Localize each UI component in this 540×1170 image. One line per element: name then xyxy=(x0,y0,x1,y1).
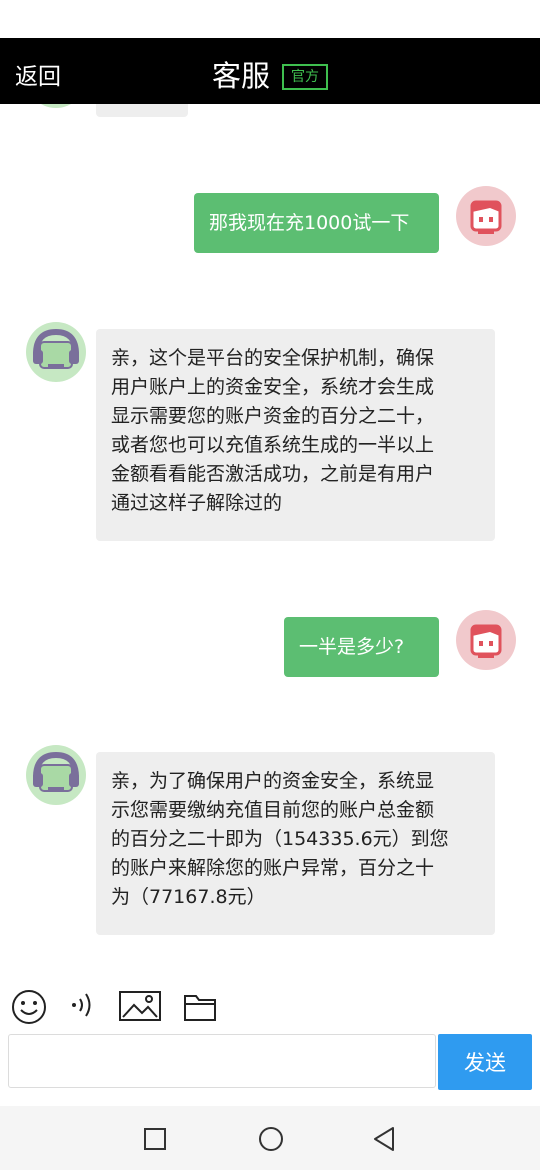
recent-apps-icon[interactable] xyxy=(144,1128,166,1154)
official-badge: 官方 xyxy=(282,64,328,90)
headset-agent-icon xyxy=(33,751,79,792)
composer-toolbar xyxy=(0,985,540,1030)
message-bubble-agent-partial xyxy=(96,104,188,117)
user-avatar xyxy=(456,186,516,246)
header-bar: 返回 客服 官方 xyxy=(0,38,540,104)
composer-row: 发送 xyxy=(0,1032,540,1092)
message-line: 通过这样子解除过的 xyxy=(111,492,283,514)
message-line: 为（77167.8元） xyxy=(111,886,266,908)
voice-icon[interactable] xyxy=(68,988,98,1026)
agent-avatar xyxy=(26,322,86,382)
message-line: 亲，这个是平台的安全保护机制，确保 xyxy=(111,347,435,369)
user-face-icon xyxy=(470,624,502,658)
message-line: 的账户来解除您的账户异常，百分之十 xyxy=(111,857,435,879)
message-line: 显示需要您的账户资金的百分之二十， xyxy=(111,405,435,427)
message-line: 用户账户上的资金安全，系统才会生成 xyxy=(111,376,435,398)
page-title: 客服 xyxy=(211,59,270,93)
folder-icon[interactable] xyxy=(183,992,217,1026)
image-icon[interactable] xyxy=(119,991,161,1025)
message-text: 那我现在充1000试一下 xyxy=(209,212,410,234)
home-icon[interactable] xyxy=(258,1126,284,1156)
message-line: 或者您也可以充值系统生成的一半以上 xyxy=(111,434,435,456)
headset-agent-icon xyxy=(33,328,79,369)
user-face-icon xyxy=(470,200,502,234)
back-triangle-icon[interactable] xyxy=(372,1126,396,1156)
message-bubble-user: 那我现在充1000试一下 xyxy=(194,193,439,253)
chat-area[interactable]: 那我现在充1000试一下 亲，这个是平台的安全保护机制，确保 用户账户上的资金安… xyxy=(0,104,540,960)
agent-avatar xyxy=(26,745,86,805)
message-line: 亲，为了确保用户的资金安全，系统显 xyxy=(111,770,435,792)
headset-agent-icon xyxy=(26,104,86,108)
message-bubble-agent: 亲，这个是平台的安全保护机制，确保 用户账户上的资金安全，系统才会生成 显示需要… xyxy=(96,329,495,541)
message-text: 一半是多少? xyxy=(299,636,405,658)
emoji-icon[interactable] xyxy=(10,988,48,1030)
message-line: 金额看看能否激活成功，之前是有用户 xyxy=(111,463,435,485)
message-line: 的百分之二十即为（154335.6元）到您 xyxy=(111,828,449,850)
message-line: 示您需要缴纳充值目前您的账户总金额 xyxy=(111,799,435,821)
message-input[interactable] xyxy=(8,1034,436,1088)
title-group: 客服 官方 xyxy=(0,53,540,95)
send-button[interactable]: 发送 xyxy=(438,1034,532,1090)
message-bubble-user: 一半是多少? xyxy=(284,617,439,677)
system-navigation-bar xyxy=(0,1106,540,1170)
agent-avatar xyxy=(26,104,86,108)
status-bar xyxy=(0,0,540,38)
message-bubble-agent: 亲，为了确保用户的资金安全，系统显 示您需要缴纳充值目前您的账户总金额 的百分之… xyxy=(96,752,495,935)
user-avatar xyxy=(456,610,516,670)
